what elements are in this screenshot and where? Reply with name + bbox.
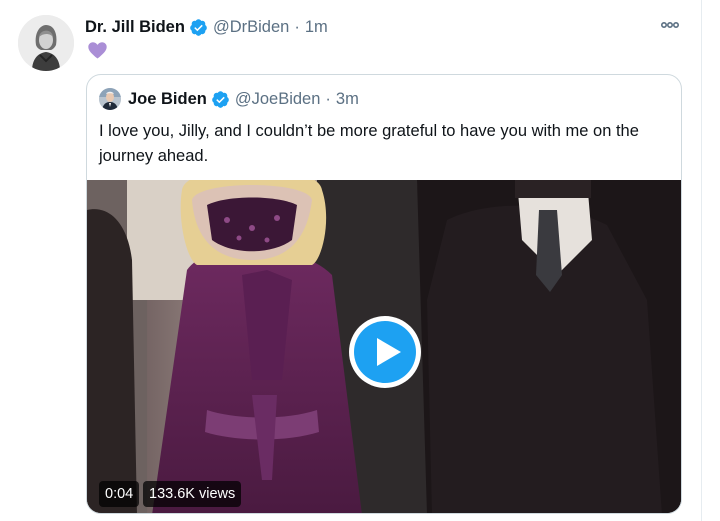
author-avatar[interactable] (18, 15, 74, 71)
quoted-tweet[interactable]: Joe Biden @JoeBiden · 3m I love you, Jil… (86, 74, 682, 514)
author-avatar-image (18, 15, 74, 71)
video-player[interactable]: 0:04 133.6K views (87, 180, 681, 513)
separator-dot: · (294, 17, 300, 36)
tweet[interactable]: Dr. Jill Biden @DrBiden · 1m Joe Biden @… (0, 0, 702, 521)
quoted-author-handle[interactable]: @JoeBiden (235, 90, 321, 109)
author-handle[interactable]: @DrBiden (213, 18, 289, 37)
more-options-icon[interactable] (657, 14, 683, 36)
quoted-tweet-text: I love you, Jilly, and I couldn’t be mor… (99, 122, 639, 165)
purple-heart-icon (87, 40, 108, 61)
quoted-author-avatar (99, 88, 121, 110)
video-views-badge: 133.6K views (143, 481, 242, 507)
quoted-author-name[interactable]: Joe Biden (128, 90, 207, 109)
author-name[interactable]: Dr. Jill Biden (85, 18, 185, 37)
play-icon[interactable] (347, 314, 423, 390)
quoted-separator-dot: · (325, 89, 331, 108)
verified-badge-icon (190, 18, 207, 36)
tweet-timestamp[interactable]: 1m (305, 18, 328, 37)
video-duration-badge: 0:04 (99, 481, 140, 507)
quoted-tweet-header: Joe Biden @JoeBiden · 3m (99, 87, 359, 111)
page-gutter (702, 0, 720, 521)
quoted-verified-badge-icon (212, 90, 229, 108)
tweet-header: Dr. Jill Biden @DrBiden · 1m (85, 15, 328, 39)
quoted-tweet-timestamp[interactable]: 3m (336, 90, 359, 109)
